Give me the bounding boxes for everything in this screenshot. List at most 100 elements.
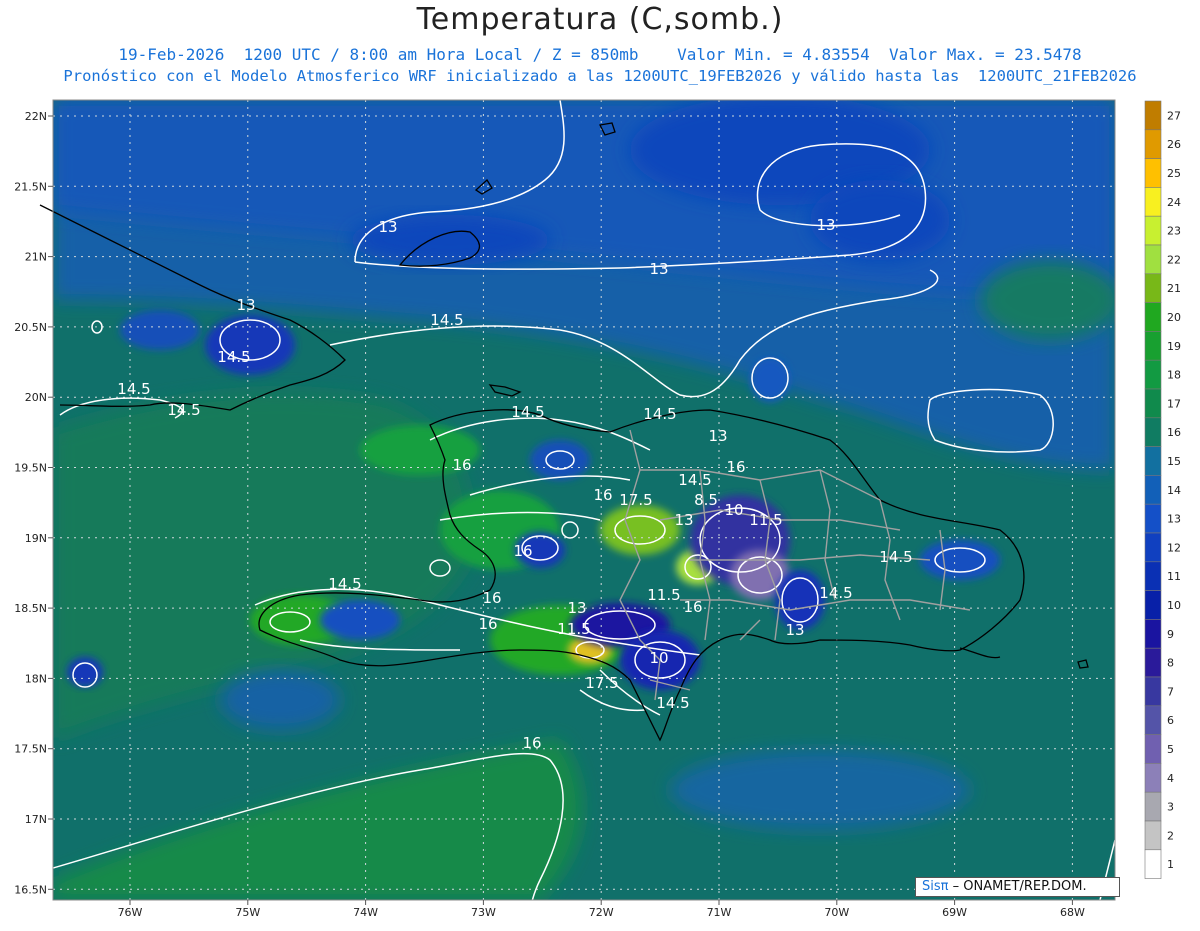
colorbar-swatch [1144,331,1162,361]
colorbar-swatch [1144,187,1162,217]
contour-label: 11.5 [557,620,590,638]
colorbar-swatch [1144,619,1162,649]
credit-text: – ONAMET/REP.DOM. [948,879,1087,894]
colorbar-swatch [1144,302,1162,332]
colorbar-swatch [1144,647,1162,678]
lat-label: 18.5N [14,602,47,615]
colorbar-label: 15 [1167,455,1181,468]
colorbar-swatch [1144,100,1162,131]
contour-label: 16 [478,615,497,633]
colorbar-label: 4 [1167,772,1174,785]
contour-label: 13 [816,216,835,234]
colorbar-legend: 2726252423222120191817161514131211109876… [1144,100,1181,879]
colorbar-swatch [1144,820,1162,851]
contour-label: 14.5 [819,584,852,602]
model-info-line: Pronóstico con el Modelo Atmosferico WRF… [63,67,1137,85]
colorbar-label: 10 [1167,599,1181,612]
colorbar-swatch [1144,446,1162,476]
colorbar-swatch [1144,244,1162,275]
colorbar-swatch [1144,734,1162,764]
lon-label: 68W [1060,906,1085,919]
colorbar-label: 17 [1167,397,1181,410]
contour-label: 8.5 [694,491,718,509]
lat-label: 22N [25,110,47,123]
contour-label: 13 [567,599,586,617]
colorbar-swatch [1144,388,1162,419]
lat-label: 20.5N [14,321,47,334]
colorbar-label: 6 [1167,714,1174,727]
colorbar-label: 22 [1167,253,1181,266]
contour-label: 13 [378,218,397,236]
colorbar-label: 1 [1167,858,1174,871]
contour-label: 17.5 [585,674,618,692]
colorbar-label: 18 [1167,369,1181,382]
colorbar-swatch [1144,590,1162,620]
colorbar-label: 11 [1167,570,1181,583]
lat-label: 17N [25,813,47,826]
colorbar-swatch [1144,676,1162,707]
contour-label: 17.5 [619,491,652,509]
colorbar-label: 14 [1167,484,1181,497]
colorbar-swatch [1144,129,1162,159]
contour-label: 16 [593,486,612,504]
run-info-line: 19-Feb-2026 1200 UTC / 8:00 am Hora Loca… [118,45,1082,64]
lon-label: 70W [824,906,849,919]
contour-label: 13 [236,296,255,314]
longitude-axis: 76W 75W 74W 73W 72W 71W 70W 69W 68W [118,900,1085,919]
temperature-map: 13 13131314.514.514.514.5 14.5 14.51316 1614… [14,99,1181,919]
colorbar-label: 23 [1167,225,1181,238]
lon-label: 72W [589,906,614,919]
shaded-field [53,100,1115,900]
colorbar-swatch [1144,763,1162,793]
contour-label: 14.5 [328,575,361,593]
colorbar-swatch [1144,417,1162,447]
contour-label: 11.5 [749,511,782,529]
colorbar-label: 2 [1167,829,1174,842]
lon-label: 74W [353,906,378,919]
colorbar-label: 27 [1167,109,1181,122]
contour-label: 10 [724,501,743,519]
colorbar-label: 12 [1167,541,1181,554]
contour-label: 14.5 [167,401,200,419]
contour-label: 16 [452,456,471,474]
lon-label: 69W [942,906,967,919]
colorbar-swatch [1144,561,1162,591]
colorbar-label: 16 [1167,426,1181,439]
colorbar-label: 20 [1167,311,1181,324]
lat-label: 21N [25,251,47,264]
contour-label: 10 [649,649,668,667]
contour-label: 14.5 [656,694,689,712]
colorbar-swatch [1144,791,1162,822]
credit-box: Sisπ – ONAMET/REP.DOM. [915,877,1120,897]
lon-label: 73W [471,906,496,919]
contour-label: 14.5 [217,348,250,366]
colorbar-swatch [1144,273,1162,303]
colorbar-swatch [1144,475,1162,505]
contour-label: 16 [513,542,532,560]
lat-label: 17.5N [14,743,47,756]
contour-label: 16 [683,598,702,616]
colorbar-label: 26 [1167,138,1181,151]
lon-label: 75W [235,906,260,919]
lat-label: 18N [25,672,47,685]
colorbar-label: 21 [1167,282,1181,295]
lon-label: 71W [707,906,732,919]
lat-label: 20N [25,391,47,404]
contour-label: 11.5 [647,586,680,604]
lon-label: 76W [118,906,143,919]
colorbar-label: 7 [1167,685,1174,698]
colorbar-swatch [1144,849,1162,879]
colorbar-label: 24 [1167,196,1181,209]
contour-label: 14.5 [643,405,676,423]
colorbar-swatch [1144,359,1162,390]
map-panel: 13 13 13 13 14.5 14.5 14.5 14.5 14.5 14.5 13 16 16 14… [0,95,1200,927]
contour-label: 16 [726,458,745,476]
credit-logo: Sisπ [922,879,949,894]
contour-label: 14.5 [117,380,150,398]
contour-label: 16 [522,734,541,752]
contour-label: 13 [785,621,804,639]
contour-label: 14.5 [511,403,544,421]
colorbar-label: 5 [1167,743,1174,756]
contour-label: 13 [708,427,727,445]
colorbar-label: 3 [1167,801,1174,814]
